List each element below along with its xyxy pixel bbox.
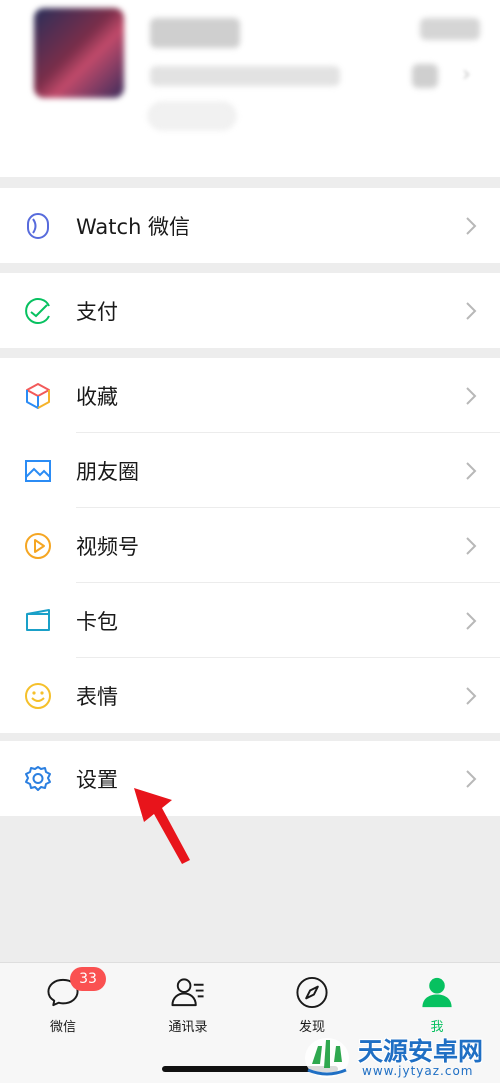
watermark-url: www.jytyaz.com xyxy=(362,1064,474,1078)
channels-icon xyxy=(22,530,54,562)
chevron-right-icon xyxy=(466,611,477,630)
pay-icon xyxy=(22,295,54,327)
menu-item-label: 收藏 xyxy=(76,384,118,409)
menu-item-settings[interactable]: 设置 xyxy=(0,741,500,816)
stickers-icon xyxy=(22,680,54,712)
menu-item-card-wallet[interactable]: 卡包 xyxy=(0,583,500,658)
menu-item-channels[interactable]: 视频号 xyxy=(0,508,500,583)
menu-item-label: 视频号 xyxy=(76,534,139,559)
menu-item-label: 设置 xyxy=(76,767,118,792)
tab-label: 微信 xyxy=(49,1020,76,1035)
chevron-right-icon xyxy=(466,301,477,320)
profile-id-blurred xyxy=(150,66,340,86)
profile-name-blurred xyxy=(150,18,240,48)
status-button[interactable] xyxy=(148,102,236,130)
menu-item-pay[interactable]: 支付 xyxy=(0,273,500,348)
menu-group-main: 收藏 朋友圈 视频号 卡包 表情 xyxy=(0,358,500,733)
unread-badge: 33 xyxy=(70,967,106,991)
menu-item-favorites[interactable]: 收藏 xyxy=(0,358,500,433)
menu-group-settings: 设置 xyxy=(0,741,500,816)
tab-label: 通讯录 xyxy=(168,1020,208,1035)
profile-topright-blurred xyxy=(420,18,480,40)
contacts-icon xyxy=(171,978,204,1007)
avatar[interactable] xyxy=(34,8,124,98)
tab-chats[interactable]: 微信 33 xyxy=(18,967,108,1035)
menu-item-label: Watch 微信 xyxy=(76,214,191,239)
chevron-right-icon xyxy=(466,386,477,405)
chevron-right-icon xyxy=(466,461,477,480)
settings-icon xyxy=(22,763,54,795)
menu-item-stickers[interactable]: 表情 xyxy=(0,658,500,733)
menu-group-pay: 支付 xyxy=(0,273,500,348)
watermark: 天源安卓网 www.jytyaz.com xyxy=(300,1030,500,1083)
menu-item-label: 表情 xyxy=(76,684,118,709)
menu-item-moments[interactable]: 朋友圈 xyxy=(0,433,500,508)
person-icon xyxy=(422,977,452,1008)
compass-icon xyxy=(296,976,328,1009)
profile-header[interactable]: › xyxy=(0,0,500,177)
moments-icon xyxy=(22,455,54,487)
annotation-arrow-icon xyxy=(134,788,190,864)
profile-chevron-icon: › xyxy=(462,62,471,87)
card-wallet-icon xyxy=(22,605,54,637)
tab-contacts[interactable]: 通讯录 xyxy=(143,975,233,1035)
menu-item-label: 支付 xyxy=(76,299,118,324)
chevron-right-icon xyxy=(466,769,477,788)
chevron-right-icon xyxy=(466,216,477,235)
qr-code-icon[interactable] xyxy=(412,64,438,88)
android-logo-icon xyxy=(305,1038,349,1078)
chevron-right-icon xyxy=(466,536,477,555)
tab-me[interactable]: 我 xyxy=(392,975,482,1035)
menu-item-label: 朋友圈 xyxy=(76,459,139,484)
menu-item-watch[interactable]: Watch 微信 xyxy=(0,188,500,263)
favorites-icon xyxy=(22,380,54,412)
chevron-right-icon xyxy=(466,686,477,705)
tab-discover[interactable]: 发现 xyxy=(267,975,357,1035)
menu-group-watch: Watch 微信 xyxy=(0,188,500,263)
watch-icon xyxy=(22,210,54,242)
menu-item-label: 卡包 xyxy=(76,609,118,634)
watermark-title: 天源安卓网 xyxy=(358,1037,484,1066)
